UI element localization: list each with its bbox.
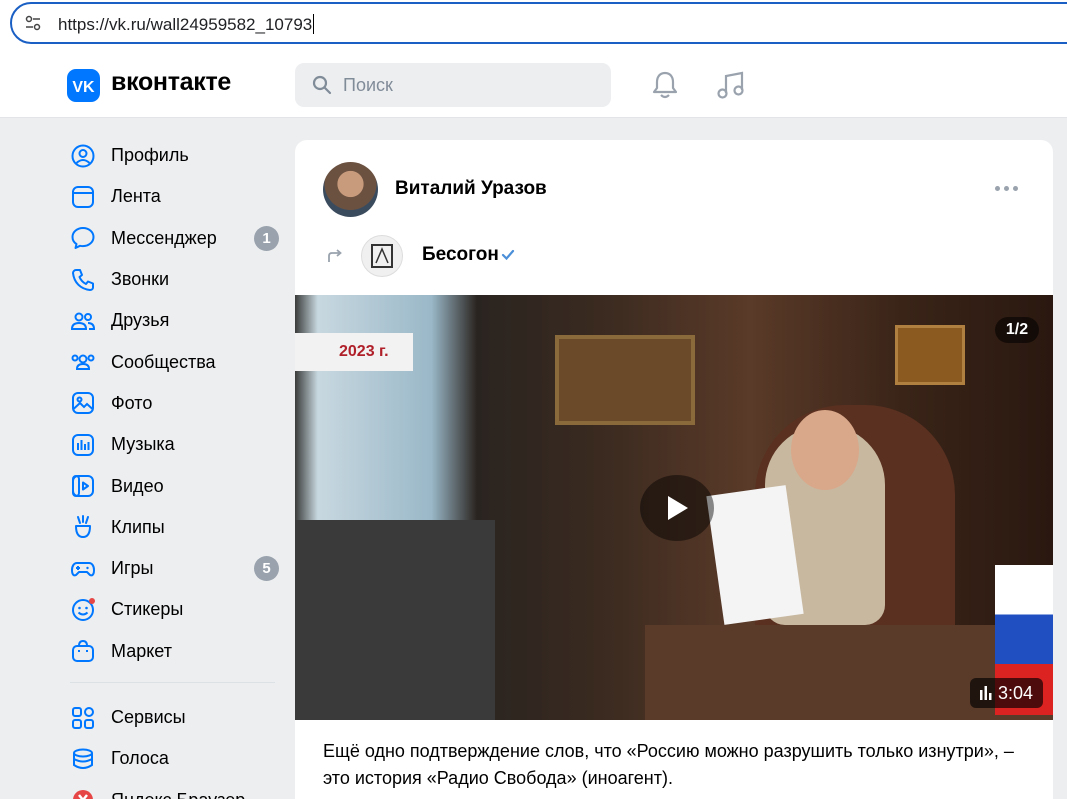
sidebar-item-label: Яндекс Браузер [111,790,245,799]
post-author-name[interactable]: Виталий Уразов [395,178,547,200]
repost-arrow-icon [328,249,342,262]
sidebar-item-votes[interactable]: Голоса [60,738,285,779]
sidebar-item-label: Видео [111,475,164,496]
sidebar-item-games[interactable]: Игры 5 [60,548,285,589]
search-icon [312,75,332,95]
profile-icon [71,144,95,168]
calls-icon [72,268,94,291]
sidebar-item-label: Маркет [111,640,172,661]
sidebar-item-calls[interactable]: Звонки [60,259,285,300]
market-icon [72,640,94,663]
yandex-browser-icon [73,790,93,799]
games-icon [71,561,95,576]
search-box[interactable] [295,63,611,107]
votes-icon [73,748,93,769]
sidebar-item-market[interactable]: Маркет [60,631,285,672]
group-avatar[interactable] [361,235,403,277]
vk-header: VK вконтакте [0,51,1067,118]
address-url[interactable]: https://vk.ru/wall24959582_10793 [58,14,315,35]
address-bar[interactable]: https://vk.ru/wall24959582_10793 [10,2,1067,44]
sidebar-divider [70,681,275,683]
services-icon [72,706,94,729]
sidebar-item-photo[interactable]: Фото [60,383,285,424]
author-avatar[interactable] [323,162,378,217]
presenter-face [791,410,859,490]
clips-icon [75,515,91,539]
repost-source-name[interactable]: Бесогон [422,244,499,266]
room-background [295,520,495,720]
verified-check-icon [501,249,515,261]
sidebar-item-label: Игры [111,558,154,579]
sidebar-item-messenger[interactable]: Мессенджер 1 [60,218,285,259]
sidebar-item-label: Сервисы [111,707,186,727]
notifications-bell-icon[interactable] [651,70,679,100]
games-count-badge: 5 [254,556,279,582]
sidebar-item-yandex-browser[interactable]: Яндекс Браузер [60,779,285,799]
video-icon [72,475,94,498]
sidebar-item-label: Фото [111,392,153,413]
feed-icon [72,185,94,208]
music-player-icon[interactable] [716,70,746,100]
sidebar-item-clips[interactable]: Клипы [60,507,285,548]
sidebar-item-label: Сообщества [111,351,216,372]
sidebar-item-label: Профиль [111,145,189,166]
stats-bars-icon [979,686,992,700]
unread-count-badge: 1 [254,225,279,251]
stickers-icon [72,597,95,621]
sidebar-item-profile[interactable]: Профиль [60,135,285,176]
communities-icon [71,354,95,371]
sidebar-item-friends[interactable]: Друзья [60,300,285,341]
left-sidebar: Профиль Лента Мессенджер 1 Звонки Друзья… [60,135,285,799]
svg-text:VK: VK [72,79,95,96]
sidebar-item-label: Мессенджер [111,227,217,248]
browser-toolbar: https://vk.ru/wall24959582_10793 [0,0,1067,51]
vk-logo-text[interactable]: вконтакте [111,68,231,97]
sidebar-item-communities[interactable]: Сообщества [60,341,285,382]
post-text: Ещё одно подтверждение слов, что «Россию… [323,741,1014,788]
music-icon [72,433,94,456]
vk-logo-icon[interactable]: VK [67,69,100,102]
icon-painting [555,335,695,425]
video-preview[interactable]: 2023 г. 1/2 3:04 [295,295,1053,720]
sidebar-item-video[interactable]: Видео [60,465,285,506]
sidebar-item-music[interactable]: Музыка [60,424,285,465]
play-icon [668,496,688,520]
play-button[interactable] [640,475,714,541]
site-settings-icon[interactable] [25,15,41,31]
photo-icon [72,392,94,415]
year-label: 2023 г. [295,333,413,371]
sidebar-item-feed[interactable]: Лента [60,176,285,217]
media-counter-badge: 1/2 [995,317,1039,343]
sidebar-item-stickers[interactable]: Стикеры [60,589,285,630]
sidebar-item-label: Голоса [111,748,169,769]
more-options-icon[interactable] [995,186,1018,191]
friends-icon [70,312,96,330]
search-input[interactable] [343,63,598,107]
sidebar-item-label: Друзья [111,310,170,331]
sidebar-item-label: Музыка [111,434,175,455]
video-duration: 3:04 [997,682,1033,703]
icon-painting [895,325,965,385]
sidebar-item-label: Звонки [111,269,170,290]
video-duration-badge: 3:04 [969,678,1043,708]
sidebar-item-services[interactable]: Сервисы [60,697,285,738]
sidebar-item-label: Клипы [111,516,165,537]
sidebar-item-label: Стикеры [111,599,184,620]
sidebar-item-label: Лента [111,186,161,207]
messenger-icon [71,227,95,250]
wall-post: Виталий Уразов Бесогон 2023 г. 1/2 3:04 [295,140,1053,799]
